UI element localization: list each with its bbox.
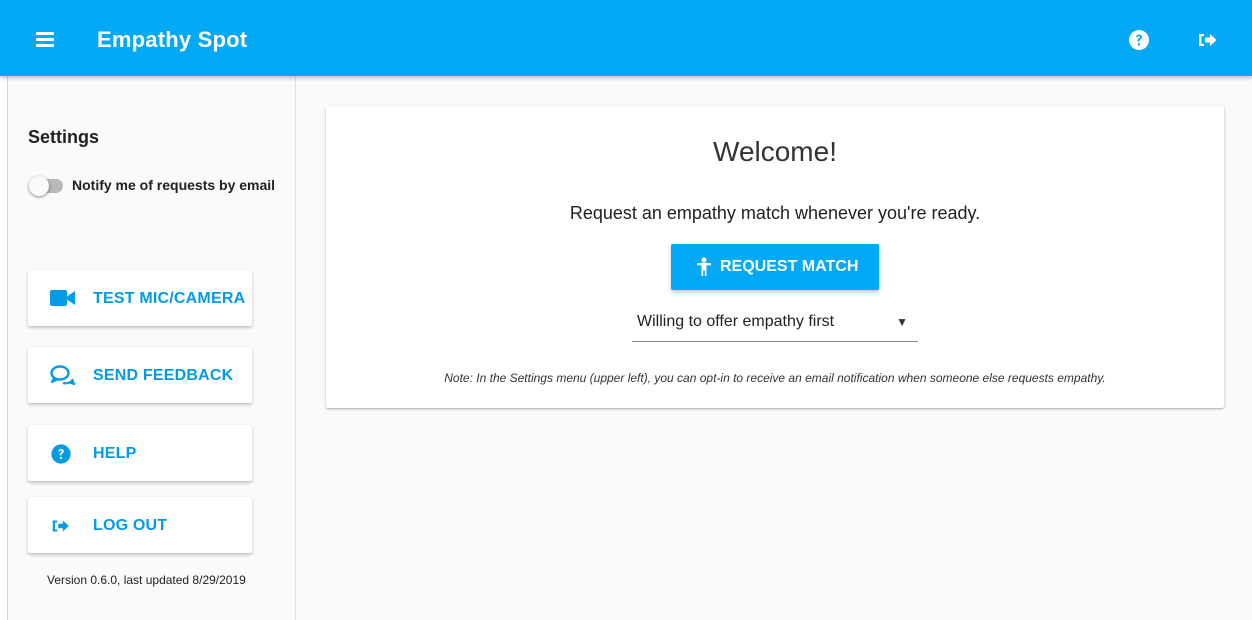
help-label: HELP bbox=[93, 445, 137, 462]
settings-title: Settings bbox=[28, 127, 100, 147]
empathy-mode-value: Willing to offer empathy first bbox=[637, 313, 835, 330]
request-match-label: REQUEST MATCH bbox=[720, 258, 859, 275]
person-icon bbox=[696, 257, 712, 277]
dropdown-arrow-icon: ▼ bbox=[896, 315, 908, 329]
menu-icon[interactable] bbox=[28, 22, 62, 56]
logout-icon bbox=[50, 515, 74, 535]
settings-drawer: Settings Notify me of requests by email … bbox=[7, 76, 296, 620]
send-feedback-label: SEND FEEDBACK bbox=[93, 367, 234, 384]
settings-note: Note: In the Settings menu (upper left),… bbox=[444, 371, 1106, 385]
video-camera-icon bbox=[50, 288, 75, 308]
send-feedback-button[interactable]: SEND FEEDBACK bbox=[28, 347, 252, 403]
request-match-button[interactable]: REQUEST MATCH bbox=[671, 244, 879, 290]
test-mic-camera-label: TEST MIC/CAMERA bbox=[93, 290, 246, 307]
welcome-heading: Welcome! bbox=[713, 136, 837, 167]
app-bar: Empathy Spot bbox=[0, 0, 1252, 76]
test-mic-camera-button[interactable]: TEST MIC/CAMERA bbox=[28, 270, 252, 326]
welcome-subtitle: Request an empathy match whenever you're… bbox=[569, 203, 981, 223]
notify-email-toggle[interactable] bbox=[29, 176, 63, 196]
empathy-mode-select[interactable]: Willing to offer empathy first ▼ bbox=[632, 308, 918, 342]
app-title: Empathy Spot bbox=[97, 27, 248, 52]
welcome-card: Welcome! Request an empathy match whenev… bbox=[326, 106, 1224, 408]
help-button[interactable]: HELP bbox=[28, 425, 252, 481]
help-circle-icon[interactable] bbox=[1127, 28, 1151, 52]
notify-email-label: Notify me of requests by email bbox=[72, 177, 276, 193]
chat-bubbles-icon bbox=[50, 365, 76, 386]
version-info: Version 0.6.0, last updated 8/29/2019 bbox=[47, 573, 246, 587]
left-edge bbox=[0, 76, 7, 620]
logout-icon[interactable] bbox=[1196, 28, 1220, 52]
log-out-button[interactable]: LOG OUT bbox=[28, 497, 252, 553]
app-root: Empathy Spot Settings Notify me of reque… bbox=[0, 0, 1252, 620]
log-out-label: LOG OUT bbox=[93, 517, 168, 534]
help-circle-icon bbox=[50, 443, 74, 464]
